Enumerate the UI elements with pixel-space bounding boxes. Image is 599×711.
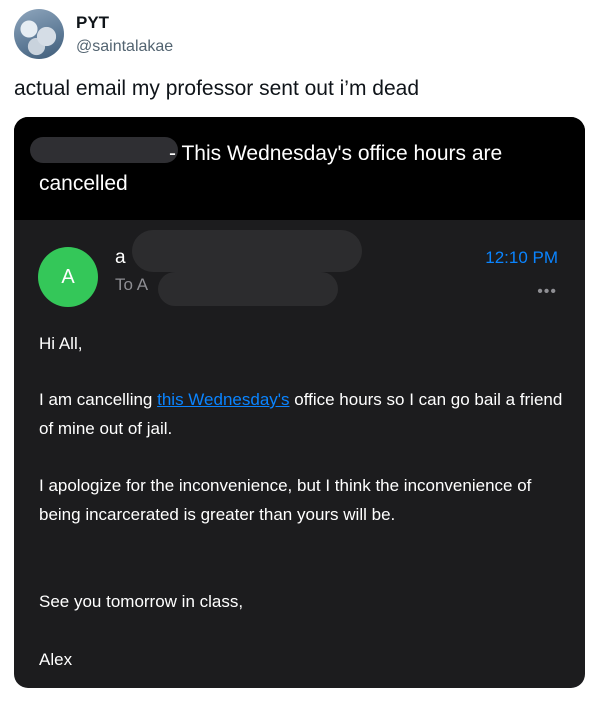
more-options-icon[interactable]: ••• xyxy=(537,283,557,301)
tweet-text: actual email my professor sent out i’m d… xyxy=(14,77,420,100)
redaction-recipient xyxy=(158,272,338,306)
para1-text: I am cancelling xyxy=(39,390,158,409)
redaction-sender xyxy=(132,230,362,272)
subject-bar: - This Wednesday's office hours are canc… xyxy=(14,117,585,220)
email-subject: - This Wednesday's office hours are canc… xyxy=(39,142,503,195)
user-handle[interactable]: @saintalakae xyxy=(76,38,173,56)
recipient-line[interactable]: To A xyxy=(115,275,148,295)
email-screenshot: - This Wednesday's office hours are canc… xyxy=(14,117,585,688)
greeting: Hi All, xyxy=(39,334,83,353)
display-name[interactable]: PYT xyxy=(76,13,109,33)
signature: Alex xyxy=(39,650,73,669)
email-time: 12:10 PM xyxy=(485,248,558,267)
signoff: See you tomorrow in class, xyxy=(39,592,244,611)
sender-avatar[interactable]: A xyxy=(38,247,98,307)
sender-name[interactable]: a xyxy=(115,247,126,269)
profile-avatar[interactable] xyxy=(14,9,64,59)
body-paragraph-1: I am cancelling this Wednesday's office … xyxy=(39,385,569,443)
body-paragraph-2: I apologize for the inconvenience, but I… xyxy=(39,476,532,524)
date-link[interactable]: this Wednesday's xyxy=(157,390,289,409)
